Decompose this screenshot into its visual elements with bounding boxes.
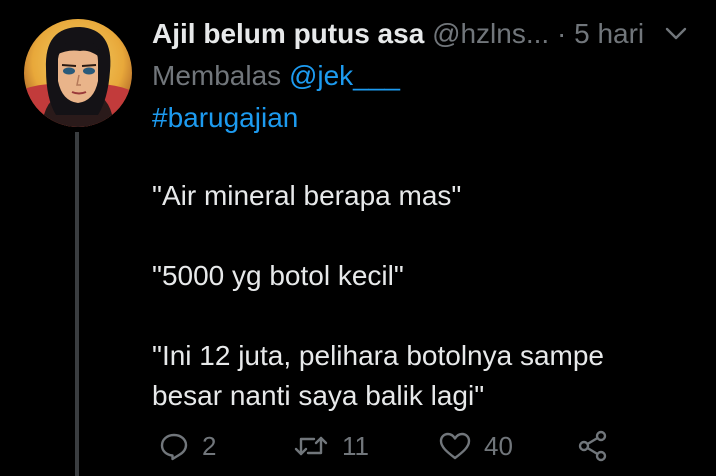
reply-to-line: Membalas @jek___ xyxy=(152,56,400,96)
tweet-text-line: "Air mineral berapa mas" xyxy=(152,180,462,211)
like-button[interactable]: 40 xyxy=(438,424,513,468)
separator: · xyxy=(556,18,567,49)
hashtag-link[interactable]: #barugajian xyxy=(152,98,298,138)
tweet-header: Ajil belum putus asa @hzlns... · 5 hari xyxy=(152,14,706,54)
retweet-icon xyxy=(294,436,328,456)
thread-line xyxy=(75,132,79,476)
heart-icon xyxy=(439,432,471,460)
tweet[interactable]: Ajil belum putus asa @hzlns... · 5 hari … xyxy=(0,0,716,476)
reply-prefix: Membalas xyxy=(152,60,282,91)
tweet-text-line: besar nanti saya balik lagi" xyxy=(152,380,485,411)
chevron-down-icon[interactable] xyxy=(662,22,690,46)
reply-icon xyxy=(160,433,188,461)
retweet-button[interactable]: 11 xyxy=(292,424,369,468)
timestamp[interactable]: 5 hari xyxy=(574,18,644,49)
tweet-text-line: "5000 yg botol kecil" xyxy=(152,260,404,291)
author-name[interactable]: Ajil belum putus asa xyxy=(152,18,424,49)
author-handle[interactable]: @hzlns... xyxy=(432,18,549,49)
reply-button[interactable]: 2 xyxy=(158,424,216,468)
anime-avatar-icon xyxy=(24,19,132,127)
reply-mention[interactable]: @jek___ xyxy=(289,60,400,91)
tweet-text-line: "Ini 12 juta, pelihara botolnya sampe xyxy=(152,340,605,371)
reply-count: 2 xyxy=(202,430,217,461)
avatar[interactable] xyxy=(24,19,132,127)
retweet-count: 11 xyxy=(342,430,369,461)
action-bar: 2 11 40 xyxy=(152,424,632,468)
like-count: 40 xyxy=(484,430,513,461)
share-icon xyxy=(578,430,607,462)
share-button[interactable] xyxy=(576,424,610,468)
